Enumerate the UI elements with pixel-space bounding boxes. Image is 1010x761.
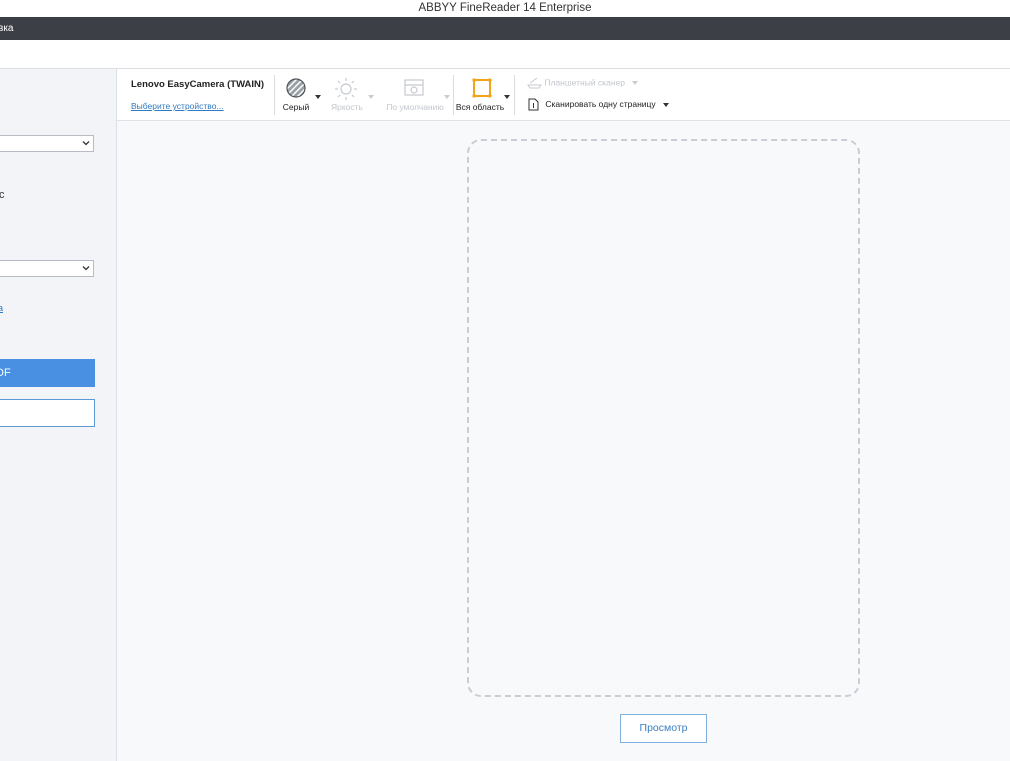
brightness-button[interactable]: Яркость xyxy=(324,69,374,120)
scanner-type-dropdown[interactable]: Планшетный сканер xyxy=(527,77,639,91)
color-mode-icon xyxy=(286,78,306,98)
preview-button[interactable]: Просмотр xyxy=(620,714,707,743)
chevron-down-icon xyxy=(82,266,90,271)
sidebar-text-fragment: с xyxy=(0,189,5,201)
scan-toolbar: Lenovo EasyCamera (TWAIN) Выберите устро… xyxy=(117,69,1010,121)
scanner-type-dropdown-arrow xyxy=(632,81,639,85)
sidebar: с а DF xyxy=(0,69,117,761)
brightness-label: Яркость xyxy=(331,102,363,112)
area-button[interactable]: Вся область xyxy=(455,69,510,120)
toolbar-separator xyxy=(514,75,515,115)
area-label: Вся область xyxy=(455,102,505,112)
sidebar-primary-button[interactable]: DF xyxy=(0,359,95,387)
select-device-link[interactable]: Выберите устройство... xyxy=(131,101,224,111)
window-title: ABBYY FineReader 14 Enterprise xyxy=(418,2,592,14)
flatbed-scanner-icon xyxy=(527,77,542,89)
default-settings-button[interactable]: По умолчанию xyxy=(380,69,450,120)
scanner-type-label: Планшетный сканер xyxy=(544,77,625,88)
sidebar-primary-button-label: DF xyxy=(0,367,11,379)
device-name: Lenovo EasyCamera (TWAIN) xyxy=(131,79,265,90)
menu-bar: вка xyxy=(0,17,1010,40)
crop-area-icon xyxy=(472,78,492,98)
chevron-down-icon xyxy=(82,141,90,146)
sidebar-dropdown-1[interactable] xyxy=(0,135,94,152)
scan-mode-label: Сканировать одну страницу xyxy=(545,98,656,109)
sidebar-dropdown-2[interactable] xyxy=(0,260,94,277)
header-strip xyxy=(0,40,1010,69)
color-mode-dropdown-arrow[interactable] xyxy=(315,95,321,99)
preview-panel: Просмотр xyxy=(117,121,1010,761)
sun-icon xyxy=(335,78,357,100)
single-page-icon xyxy=(528,98,539,111)
default-settings-icon xyxy=(404,79,424,96)
scan-preview-area[interactable] xyxy=(467,139,860,697)
menu-item-partial[interactable]: вка xyxy=(0,17,13,40)
color-mode-button[interactable]: Серый xyxy=(277,69,321,120)
color-mode-label: Серый xyxy=(282,102,310,112)
brightness-dropdown-arrow xyxy=(368,95,374,99)
default-settings-label: По умолчанию xyxy=(386,102,444,112)
sidebar-secondary-button[interactable] xyxy=(0,399,95,427)
scan-mode-dropdown[interactable]: Сканировать одну страницу xyxy=(527,98,670,112)
sidebar-link[interactable]: а xyxy=(0,303,3,313)
toolbar-separator xyxy=(453,75,454,115)
toolbar-separator xyxy=(274,75,275,115)
scan-mode-dropdown-arrow[interactable] xyxy=(663,102,670,107)
window-title-bar: ABBYY FineReader 14 Enterprise xyxy=(0,0,1010,17)
default-settings-dropdown-arrow xyxy=(444,95,450,99)
area-dropdown-arrow[interactable] xyxy=(504,95,510,99)
